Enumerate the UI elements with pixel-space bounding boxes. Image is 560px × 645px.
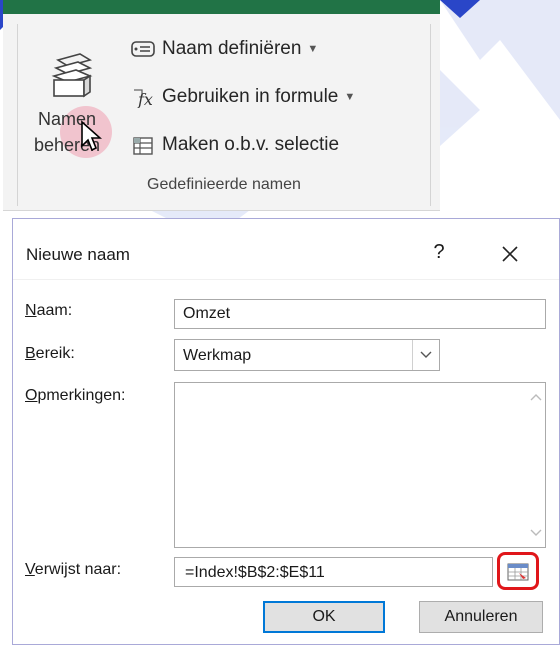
scroll-down-icon[interactable] (529, 527, 543, 539)
ribbon-top-bar (3, 0, 440, 14)
new-name-dialog: Nieuwe naam ? Naam: Bereik: Werkmap Opme… (12, 218, 560, 645)
title-separator (13, 279, 559, 280)
comments-label-access-key: O (25, 387, 38, 404)
create-from-selection-icon (130, 134, 156, 156)
comments-label-text: pmerkingen: (37, 387, 126, 404)
refers-to-value: =Index!$B$2:$E$11 (185, 564, 325, 581)
svg-text:fx: fx (137, 90, 153, 108)
scope-label-access-key: B (25, 345, 36, 362)
use-in-formula-button[interactable]: fx Gebruiken in formule ▼ (130, 84, 355, 110)
chevron-down-icon: ▼ (344, 91, 356, 103)
refers-to-input[interactable]: =Index!$B$2:$E$11 (174, 557, 493, 587)
close-button[interactable] (495, 239, 525, 269)
name-input[interactable] (174, 299, 546, 329)
use-in-formula-label: Gebruiken in formule (162, 86, 339, 107)
scope-value: Werkmap (183, 347, 252, 364)
create-from-selection-label: Maken o.b.v. selectie (162, 134, 340, 155)
name-tag-icon (130, 38, 156, 60)
close-icon (502, 246, 518, 262)
name-manager-icon (51, 53, 93, 98)
chevron-down-icon[interactable] (412, 340, 439, 370)
chevron-down-icon: ▼ (307, 43, 319, 55)
create-from-selection-button[interactable]: Maken o.b.v. selectie (130, 132, 339, 158)
fx-icon: fx (130, 86, 156, 108)
name-manager-button[interactable]: Namen beheren (18, 24, 116, 164)
scope-label-text: ereik: (35, 345, 75, 362)
ribbon-group: Namen beheren Naam definiëren ▼ fx Gebru… (17, 24, 431, 206)
comments-textarea[interactable] (174, 382, 546, 548)
define-name-label: Naam definiëren (162, 38, 302, 59)
refers-to-label: Verwijst naar: (25, 561, 121, 579)
scope-label: Bereik: (25, 345, 75, 363)
group-title: Gedefinieerde namen (147, 176, 301, 193)
cancel-button[interactable]: Annuleren (419, 601, 543, 633)
help-button[interactable]: ? (429, 241, 449, 264)
refers-to-label-text: erwijst naar: (34, 561, 122, 578)
ribbon-defined-names: Namen beheren Naam definiëren ▼ fx Gebru… (3, 0, 440, 211)
dialog-title: Nieuwe naam (26, 245, 130, 264)
mouse-cursor-icon (81, 120, 102, 152)
name-label: Naam: (25, 302, 72, 320)
ok-button[interactable]: OK (263, 601, 385, 633)
name-label-access-key: N (25, 302, 37, 319)
highlight-box (497, 552, 539, 590)
define-name-button[interactable]: Naam definiëren ▼ (130, 36, 318, 62)
comments-label: Opmerkingen: (25, 387, 126, 405)
scroll-up-icon[interactable] (529, 391, 543, 403)
scope-select[interactable]: Werkmap (174, 339, 440, 371)
name-label-text: aam: (36, 302, 73, 319)
refers-to-label-access-key: V (25, 561, 35, 578)
